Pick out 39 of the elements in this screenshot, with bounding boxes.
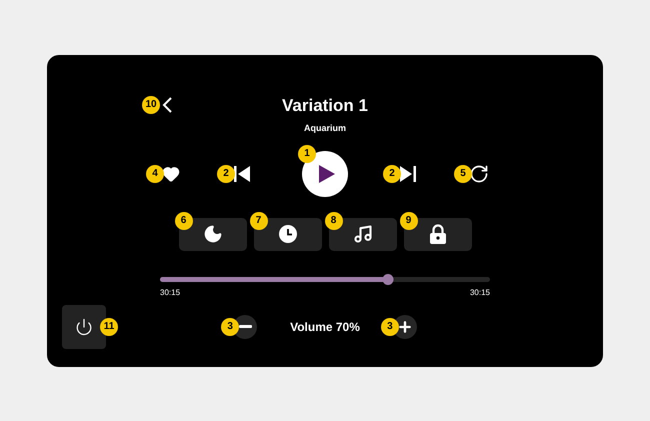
callout-badge: 8 [324,212,342,230]
total-time: 30:15 [470,286,490,298]
callout-badge: 9 [400,212,418,230]
chevron-left-icon [162,96,172,112]
minus-icon [238,325,252,328]
play-button[interactable] [302,150,348,196]
music-button[interactable] [328,218,396,250]
moon-icon [202,224,222,244]
callout-badge: 7 [250,212,268,230]
progress-thumb[interactable] [382,274,394,284]
plus-icon [396,318,413,334]
callout-badge: 10 [142,96,160,114]
sleep-button[interactable] [178,218,246,250]
elapsed-time: 30:15 [160,286,180,298]
track-subtitle: Aquarium [304,122,346,135]
callout-badge: 2 [383,164,401,182]
volume-label: Volume 70% [290,318,360,336]
skip-back-icon [234,164,250,182]
track-title: Variation 1 [282,94,368,116]
power-button[interactable] [62,304,106,348]
callout-badge: 1 [298,144,316,162]
lock-icon [430,224,446,244]
back-button[interactable] [160,94,174,114]
clock-icon [278,225,296,243]
music-note-icon [352,224,372,244]
callout-badge: 5 [454,164,472,182]
skip-forward-icon [400,164,416,182]
timer-button[interactable] [254,218,322,250]
callout-badge: 3 [221,318,240,336]
heart-icon [162,164,180,182]
callout-badge: 2 [217,164,235,182]
repeat-icon [469,164,489,184]
lock-button[interactable] [404,218,472,250]
callout-badge: 11 [100,318,118,336]
power-icon [75,318,93,336]
callout-badge: 4 [146,164,164,182]
callout-badge: 3 [380,318,399,336]
callout-badge: 6 [174,212,192,230]
play-icon [318,164,334,182]
